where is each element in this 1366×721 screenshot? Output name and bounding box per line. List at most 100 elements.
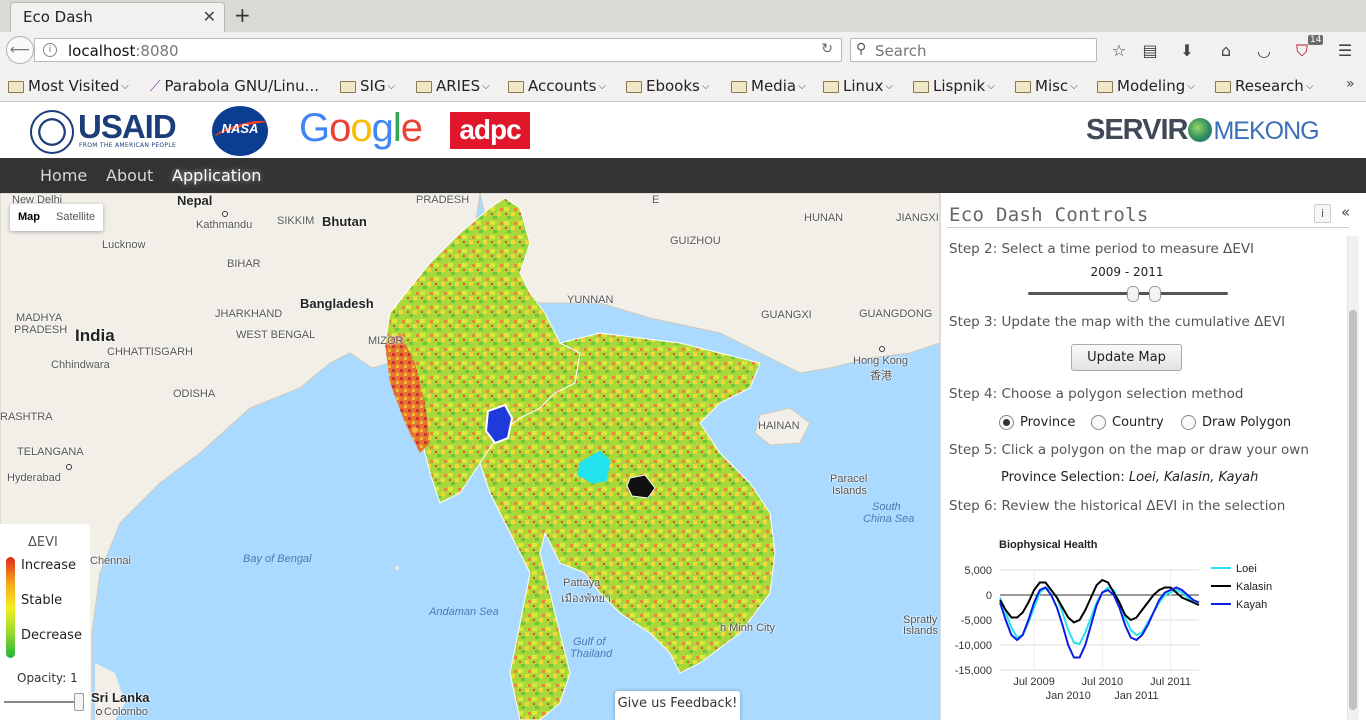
back-arrow-icon[interactable]: ⟵: [6, 36, 34, 64]
bookmark-linux[interactable]: Linux ⌵: [823, 76, 893, 96]
map-label-gulf-thailand: Thailand: [570, 648, 613, 660]
reading-list-icon[interactable]: ▤: [1139, 40, 1161, 62]
search-input[interactable]: [875, 42, 1090, 60]
period-slider-end-handle[interactable]: [1149, 286, 1161, 302]
folder-icon: [731, 81, 747, 93]
radio-country-button[interactable]: [1091, 414, 1106, 430]
browser-tab[interactable]: Eco Dash ✕: [10, 2, 225, 32]
radio-province[interactable]: Province: [999, 413, 1075, 431]
map-type-control: Map Satellite: [10, 204, 104, 231]
scrollbar-thumb[interactable]: [1349, 310, 1357, 710]
chart-x-tick-label: Jul 2011: [1150, 676, 1191, 688]
map-label-chennai: Chennai: [90, 555, 131, 567]
period-slider-start-handle[interactable]: [1127, 286, 1139, 302]
home-icon[interactable]: ⌂: [1215, 40, 1237, 62]
url-port: :8080: [135, 42, 179, 60]
bookmark-misc[interactable]: Misc ⌵: [1015, 76, 1078, 96]
bookmark-aries[interactable]: ARIES ⌵: [416, 76, 490, 96]
radio-draw-polygon-button[interactable]: [1181, 414, 1196, 430]
feedback-button[interactable]: Give us Feedback!: [615, 691, 740, 720]
opacity-slider-track[interactable]: [4, 701, 84, 703]
map-label-pattaya: Pattaya: [563, 577, 601, 589]
chevron-down-icon: ⌵: [1187, 80, 1195, 92]
pocket-icon[interactable]: ◡: [1253, 40, 1275, 62]
collapse-panel-icon[interactable]: «: [1341, 203, 1350, 221]
chevron-down-icon: ⌵: [798, 80, 806, 92]
servir-region-text: MEKONG: [1213, 117, 1319, 145]
bookmark-media[interactable]: Media ⌵: [731, 76, 806, 96]
app-navbar: Home About Application: [0, 158, 1366, 193]
selection-label: Province Selection:: [1001, 470, 1125, 485]
map-label-chhattisgarh: CHHATTISGARH: [107, 346, 193, 358]
step6-label: Step 6: Review the historical ΔEVI in th…: [949, 498, 1286, 514]
chart-x-tick-label: Jul 2009: [1013, 676, 1055, 688]
legend-stable-label: Stable: [21, 593, 63, 608]
nav-application[interactable]: Application: [172, 166, 261, 185]
bookmarks-overflow-icon[interactable]: »: [1346, 76, 1355, 92]
map-label-pradesh-west: PRADESH: [14, 324, 68, 336]
map-label-west-bengal: WEST BENGAL: [236, 329, 316, 341]
nav-about[interactable]: About: [106, 166, 153, 185]
bookmark-label: Misc: [1035, 77, 1069, 95]
chevron-down-icon: ⌵: [482, 80, 490, 92]
bookmark-label: Media: [751, 77, 797, 95]
chart-y-tick-label: -15,000: [955, 665, 992, 677]
map-label-india: India: [75, 326, 115, 345]
bookmark-label: Parabola GNU/Linu...: [164, 77, 319, 95]
radio-country[interactable]: Country: [1091, 413, 1164, 431]
map-label-nepal: Nepal: [177, 193, 213, 208]
chevron-down-icon: ⌵: [885, 80, 894, 92]
update-map-button[interactable]: Update Map: [1071, 344, 1182, 371]
info-icon[interactable]: i: [43, 43, 57, 57]
chevron-down-icon: ⌵: [701, 80, 710, 92]
new-tab-icon[interactable]: +: [234, 3, 251, 27]
map-label-guangdong: GUANGDONG: [859, 308, 933, 320]
close-tab-icon[interactable]: ✕: [203, 7, 216, 26]
map-label-bhutan: Bhutan: [322, 214, 367, 229]
chart-y-tick-label: 5,000: [964, 565, 992, 577]
map-label-jiangxi: JIANGXI: [896, 212, 939, 224]
map-basemap: [0, 193, 940, 720]
search-bar[interactable]: ⚲: [850, 38, 1097, 62]
download-icon[interactable]: ⬇: [1176, 40, 1198, 62]
info-button[interactable]: i: [1314, 204, 1331, 223]
chevron-down-icon: ⌵: [121, 80, 129, 92]
chart-title: Biophysical Health: [999, 539, 1098, 551]
map-label-gulf-of: Gulf of: [573, 636, 606, 648]
bookmark-lispnik[interactable]: Lispnik ⌵: [913, 76, 995, 96]
opacity-slider-handle[interactable]: [74, 693, 84, 711]
map-label-hunan: HUNAN: [804, 212, 844, 224]
tab-title: Eco Dash: [23, 8, 93, 26]
map-label-guangxi: GUANGXI: [761, 309, 812, 321]
evi-legend: ΔEVI Increase Stable Decrease Opacity: 1: [0, 524, 90, 720]
bookmark-accounts[interactable]: Accounts ⌵: [508, 76, 606, 96]
parabola-icon: ⟋: [150, 77, 161, 95]
bookmark-label: Research: [1235, 77, 1304, 95]
menu-hamburger-icon[interactable]: ☰: [1334, 40, 1356, 62]
radio-province-button[interactable]: [999, 414, 1014, 430]
city-dot-icon: [96, 709, 102, 715]
radio-draw-polygon[interactable]: Draw Polygon: [1181, 413, 1291, 431]
bookmark-sig[interactable]: SIG ⌵: [340, 76, 395, 96]
bookmark-research[interactable]: Research ⌵: [1215, 76, 1313, 96]
nav-home[interactable]: Home: [40, 166, 87, 185]
bookmark-ebooks[interactable]: Ebooks ⌵: [626, 76, 709, 96]
search-icon: ⚲: [856, 41, 867, 57]
map-label-paracel: Paracel: [830, 473, 868, 485]
google-logo-letter: G: [299, 106, 330, 150]
map-type-satellite-button[interactable]: Satellite: [48, 204, 103, 231]
url-bar[interactable]: i localhost:8080 ↻: [34, 38, 842, 62]
bookmark-parabola-gnu-linu[interactable]: ⟋ Parabola GNU/Linu...: [150, 76, 319, 96]
map-type-map-button[interactable]: Map: [10, 204, 48, 231]
city-dot-icon: [222, 211, 228, 217]
url-text[interactable]: localhost:8080: [68, 42, 179, 60]
google-logo: Google: [299, 106, 423, 151]
bookmark-most-visited[interactable]: Most Visited ⌵: [8, 76, 129, 96]
bookmark-label: Linux: [843, 77, 884, 95]
bookmark-modeling[interactable]: Modeling ⌵: [1097, 76, 1195, 96]
bookmark-star-icon[interactable]: ☆: [1108, 40, 1130, 62]
map-canvas[interactable]: New Delhi Nepal Kathmandu SIKKIM Bhutan …: [0, 193, 940, 720]
reload-icon[interactable]: ↻: [821, 41, 833, 57]
map-label-chhindwara: Chhindwara: [51, 359, 110, 371]
google-logo-letter: o: [329, 106, 351, 150]
